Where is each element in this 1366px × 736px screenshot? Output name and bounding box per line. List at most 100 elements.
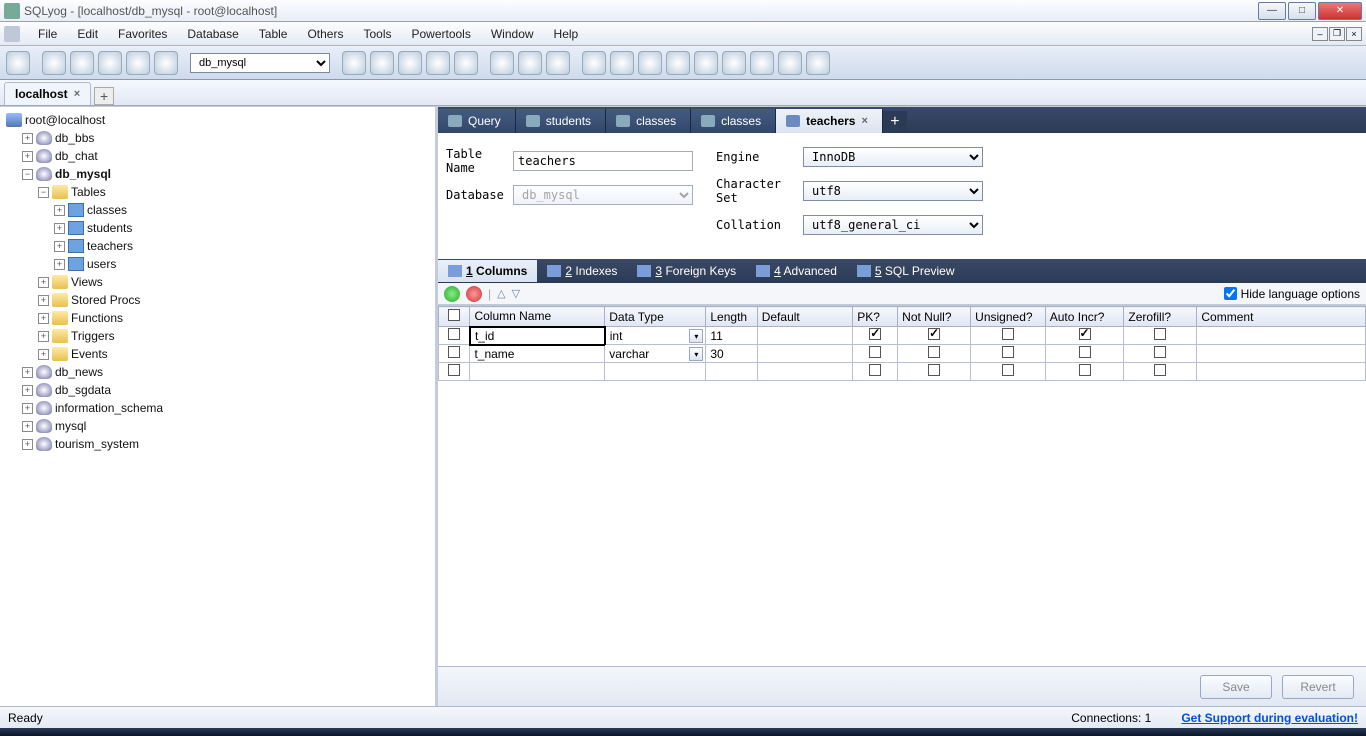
cell-length[interactable]: 30: [706, 345, 757, 363]
connection-tab-close-icon[interactable]: ×: [74, 88, 80, 100]
toolbar-btn-18[interactable]: [666, 51, 690, 75]
toolbar-btn-20[interactable]: [722, 51, 746, 75]
toolbar-btn-22[interactable]: [778, 51, 802, 75]
tree-db-db_sgdata[interactable]: +db_sgdata: [0, 381, 435, 399]
checkbox[interactable]: [928, 346, 940, 358]
expand-icon[interactable]: +: [54, 259, 65, 270]
cell-length[interactable]: [706, 363, 757, 381]
dropdown-icon[interactable]: ▾: [689, 329, 703, 343]
hide-language-checkbox[interactable]: [1224, 287, 1237, 300]
menu-edit[interactable]: Edit: [67, 24, 108, 44]
toolbar-btn-15[interactable]: [582, 51, 606, 75]
select-charset[interactable]: utf8: [803, 181, 983, 201]
move-down-icon[interactable]: ▽: [512, 287, 520, 300]
move-up-icon[interactable]: △: [497, 287, 505, 300]
tree-db-information_schema[interactable]: +information_schema: [0, 399, 435, 417]
hide-language-options[interactable]: Hide language options: [1224, 287, 1360, 301]
menu-file[interactable]: File: [28, 24, 67, 44]
toolbar-btn-14[interactable]: [546, 51, 570, 75]
toolbar-btn-1[interactable]: [6, 51, 30, 75]
tree-table-students[interactable]: +students: [0, 219, 435, 237]
expand-icon[interactable]: −: [22, 169, 33, 180]
checkbox[interactable]: [1154, 364, 1166, 376]
row-checkbox[interactable]: [448, 346, 460, 358]
select-engine[interactable]: InnoDB: [803, 147, 983, 167]
expand-icon[interactable]: +: [22, 133, 33, 144]
tree-folder-stored-procs[interactable]: +Stored Procs: [0, 291, 435, 309]
menu-table[interactable]: Table: [249, 24, 298, 44]
checkbox[interactable]: [1002, 346, 1014, 358]
cell-data-type[interactable]: int▾: [605, 327, 706, 345]
mdi-close[interactable]: ×: [1346, 27, 1362, 41]
toolbar-btn-6[interactable]: [154, 51, 178, 75]
tree-folder-functions[interactable]: +Functions: [0, 309, 435, 327]
menu-favorites[interactable]: Favorites: [108, 24, 177, 44]
maximize-button[interactable]: □: [1288, 2, 1316, 20]
expand-icon[interactable]: +: [22, 385, 33, 396]
tree-db-db_bbs[interactable]: +db_bbs: [0, 129, 435, 147]
tree-table-teachers[interactable]: +teachers: [0, 237, 435, 255]
connection-tab-add[interactable]: +: [94, 87, 114, 105]
cell-comment[interactable]: [1197, 345, 1366, 363]
dropdown-icon[interactable]: ▾: [689, 347, 703, 361]
cell-column-name[interactable]: t_name: [470, 345, 605, 363]
toolbar-db-select[interactable]: db_mysql: [190, 53, 330, 73]
select-database[interactable]: db_mysql: [513, 185, 693, 205]
menu-tools[interactable]: Tools: [353, 24, 401, 44]
select-collation[interactable]: utf8_general_ci: [803, 215, 983, 235]
grid-header[interactable]: Unsigned?: [971, 307, 1046, 327]
subtab-sql-preview[interactable]: 5 SQL Preview: [847, 260, 965, 282]
expand-icon[interactable]: +: [38, 295, 49, 306]
row-checkbox[interactable]: [448, 364, 460, 376]
grid-row[interactable]: t_namevarchar▾30: [439, 345, 1366, 363]
toolbar-btn-10[interactable]: [426, 51, 450, 75]
toolbar-btn-5[interactable]: [126, 51, 150, 75]
tree-db-db_mysql[interactable]: −db_mysql: [0, 165, 435, 183]
expand-icon[interactable]: +: [38, 313, 49, 324]
checkbox[interactable]: [869, 346, 881, 358]
cell-comment[interactable]: [1197, 327, 1366, 345]
mdi-restore[interactable]: ❐: [1329, 27, 1345, 41]
subtab-advanced[interactable]: 4 Advanced: [746, 260, 847, 282]
input-table-name[interactable]: [513, 151, 693, 171]
content-tab-students[interactable]: students: [516, 109, 606, 133]
cell-default[interactable]: [757, 327, 853, 345]
expand-icon[interactable]: +: [38, 331, 49, 342]
tree-folder-tables[interactable]: −Tables: [0, 183, 435, 201]
toolbar-btn-8[interactable]: [370, 51, 394, 75]
row-checkbox[interactable]: [448, 328, 460, 340]
columns-grid[interactable]: Column NameData TypeLengthDefaultPK?Not …: [438, 306, 1366, 381]
menu-window[interactable]: Window: [481, 24, 544, 44]
cell-default[interactable]: [757, 345, 853, 363]
cell-data-type[interactable]: [605, 363, 706, 381]
expand-icon[interactable]: +: [54, 223, 65, 234]
expand-icon[interactable]: +: [54, 205, 65, 216]
content-tab-classes[interactable]: classes: [691, 109, 776, 133]
tree-root[interactable]: root@localhost: [0, 111, 435, 129]
toolbar-btn-13[interactable]: [518, 51, 542, 75]
mdi-minimize[interactable]: –: [1312, 27, 1328, 41]
save-button[interactable]: Save: [1200, 675, 1272, 699]
toolbar-btn-16[interactable]: [610, 51, 634, 75]
checkbox[interactable]: [1154, 328, 1166, 340]
grid-row[interactable]: [439, 363, 1366, 381]
expand-icon[interactable]: +: [54, 241, 65, 252]
content-tab-classes[interactable]: classes: [606, 109, 691, 133]
cell-column-name[interactable]: [470, 363, 605, 381]
content-tab-add[interactable]: +: [883, 111, 907, 133]
tree-folder-events[interactable]: +Events: [0, 345, 435, 363]
delete-row-icon[interactable]: [466, 286, 482, 302]
tree-db-tourism_system[interactable]: +tourism_system: [0, 435, 435, 453]
subtab-foreign-keys[interactable]: 3 Foreign Keys: [627, 260, 746, 282]
grid-header[interactable]: Column Name: [470, 307, 605, 327]
toolbar-btn-3[interactable]: [70, 51, 94, 75]
checkbox[interactable]: [928, 364, 940, 376]
status-support-link[interactable]: Get Support during evaluation!: [1181, 711, 1358, 725]
expand-icon[interactable]: +: [38, 277, 49, 288]
toolbar-btn-17[interactable]: [638, 51, 662, 75]
toolbar-btn-23[interactable]: [806, 51, 830, 75]
content-tab-query[interactable]: Query: [438, 109, 516, 133]
cell-column-name[interactable]: t_id: [470, 327, 605, 345]
expand-icon[interactable]: +: [22, 421, 33, 432]
content-tab-teachers[interactable]: teachers×: [776, 109, 883, 133]
